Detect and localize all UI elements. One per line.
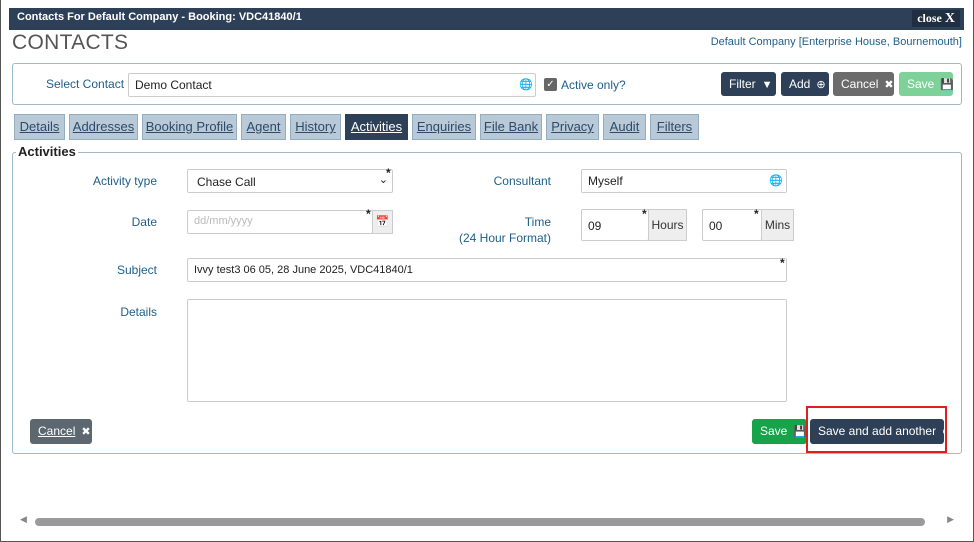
- scrollbar-thumb[interactable]: [35, 518, 925, 526]
- plus-circle-icon: ⊕: [816, 79, 826, 91]
- close-button[interactable]: close X: [912, 10, 960, 27]
- select-contact-bar: Select Contact Demo Contact 🌐 ✓ Active o…: [12, 63, 962, 105]
- hours-input[interactable]: 09: [581, 209, 649, 241]
- activities-legend: Activities: [16, 144, 78, 159]
- cancel-label: Cancel: [841, 77, 879, 91]
- active-only-checkbox[interactable]: ✓: [544, 78, 557, 91]
- add-button[interactable]: Add ⊕: [781, 72, 829, 96]
- required-marker: *: [754, 207, 759, 221]
- contact-input[interactable]: Demo Contact: [128, 73, 536, 97]
- calendar-icon[interactable]: 📅: [372, 210, 393, 234]
- tab-activities[interactable]: Activities: [345, 114, 408, 140]
- globe-icon[interactable]: 🌐: [517, 76, 535, 94]
- save-button[interactable]: Save 💾: [899, 72, 955, 96]
- close-icon: ✖: [884, 79, 894, 91]
- activity-type-label: Activity type: [92, 174, 157, 188]
- company-link[interactable]: Default Company [Enterprise House, Bourn…: [711, 36, 962, 48]
- details-label: Details: [120, 305, 157, 319]
- filter-icon: ▼: [761, 79, 773, 91]
- select-contact-label: Select Contact: [46, 77, 125, 91]
- horizontal-scrollbar[interactable]: ◀ ▶: [18, 514, 956, 528]
- required-marker: *: [366, 207, 371, 221]
- date-label: Date: [131, 215, 157, 229]
- details-textarea[interactable]: [187, 299, 787, 402]
- page-title: CONTACTS: [12, 31, 129, 54]
- mins-input[interactable]: 00: [702, 209, 762, 241]
- active-only-label: Active only?: [561, 78, 626, 92]
- tab-filters[interactable]: Filters: [650, 114, 699, 140]
- date-input[interactable]: dd/mm/yyyy: [187, 210, 373, 234]
- subject-input[interactable]: Ivvy test3 06 05, 28 June 2025, VDC41840…: [187, 258, 787, 282]
- activity-type-select[interactable]: Chase Call ⌄: [187, 169, 393, 193]
- dialog-title: Contacts For Default Company - Booking: …: [17, 11, 302, 23]
- tab-addresses[interactable]: Addresses: [69, 114, 138, 140]
- globe-icon[interactable]: 🌐: [767, 172, 785, 190]
- add-label: Add: [789, 77, 811, 91]
- tab-agent[interactable]: Agent: [241, 114, 286, 140]
- close-icon: X: [944, 11, 955, 26]
- dialog-titlebar: Contacts For Default Company - Booking: …: [9, 8, 964, 30]
- time-label: Time: [524, 215, 551, 229]
- cancel-label: Cancel: [38, 424, 76, 438]
- floppy-icon: 💾: [940, 79, 955, 91]
- close-label: close: [917, 11, 942, 25]
- tab-history[interactable]: History: [290, 114, 341, 140]
- required-marker: *: [386, 166, 391, 180]
- filter-label: Filter: [729, 77, 756, 91]
- tab-audit[interactable]: Audit: [603, 114, 646, 140]
- highlight-box: [806, 406, 947, 453]
- consultant-input[interactable]: Myself: [581, 169, 787, 193]
- close-icon: ✖: [81, 426, 91, 438]
- tab-booking-profile[interactable]: Booking Profile: [142, 114, 237, 140]
- cancel-button[interactable]: Cancel ✖: [833, 72, 894, 96]
- scroll-left-arrow-icon[interactable]: ◀: [20, 514, 27, 525]
- tab-details[interactable]: Details: [14, 114, 65, 140]
- hours-addon: Hours: [648, 209, 687, 241]
- cancel-button[interactable]: Cancel ✖: [30, 419, 92, 444]
- tab-enquiries[interactable]: Enquiries: [412, 114, 476, 140]
- save-label: Save: [907, 77, 935, 91]
- time-format-label: (24 Hour Format): [458, 231, 551, 245]
- activity-type-value: Chase Call: [197, 175, 256, 189]
- floppy-icon: 💾: [793, 426, 808, 438]
- tab-file-bank[interactable]: File Bank: [480, 114, 542, 140]
- filter-button[interactable]: Filter ▼: [721, 72, 776, 96]
- save-label: Save: [760, 424, 788, 438]
- mins-addon: Mins: [761, 209, 794, 241]
- tab-privacy[interactable]: Privacy: [546, 114, 599, 140]
- consultant-label: Consultant: [493, 174, 551, 188]
- required-marker: *: [780, 256, 785, 270]
- subject-label: Subject: [116, 263, 157, 277]
- save-button[interactable]: Save 💾: [752, 419, 807, 444]
- required-marker: *: [642, 207, 647, 221]
- scroll-right-arrow-icon[interactable]: ▶: [947, 514, 954, 525]
